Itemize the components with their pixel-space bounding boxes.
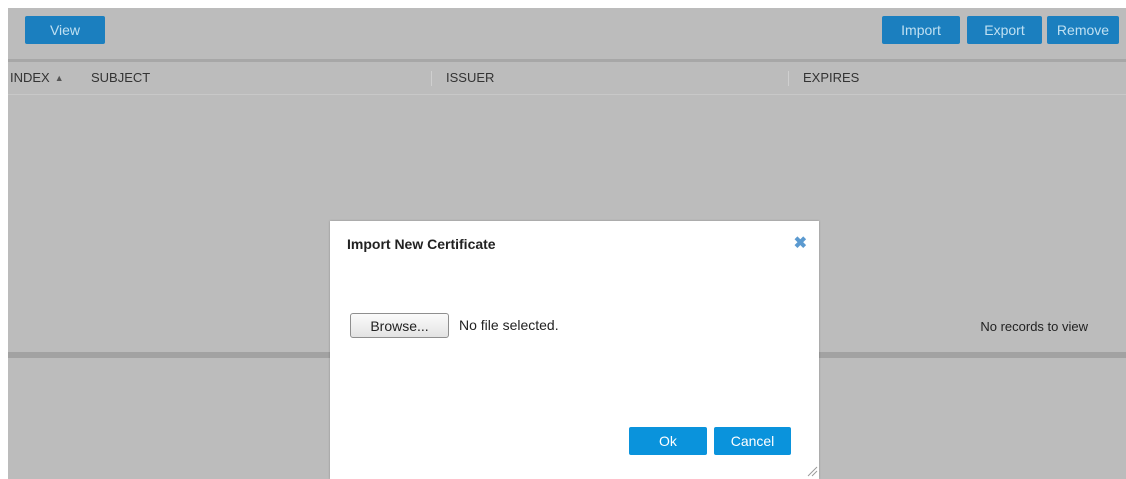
column-separator[interactable] bbox=[788, 71, 789, 86]
dialog-title: Import New Certificate bbox=[347, 236, 496, 252]
import-button[interactable]: Import bbox=[882, 16, 960, 44]
cancel-button[interactable]: Cancel bbox=[714, 427, 791, 455]
ok-button[interactable]: Ok bbox=[629, 427, 707, 455]
column-header-index[interactable]: INDEX ▲ bbox=[10, 70, 64, 85]
table-header: INDEX ▲ SUBJECT ISSUER EXPIRES bbox=[8, 62, 1126, 95]
column-separator[interactable] bbox=[431, 71, 432, 86]
file-selection-status: No file selected. bbox=[459, 317, 559, 333]
view-button[interactable]: View bbox=[25, 16, 105, 44]
column-header-issuer[interactable]: ISSUER bbox=[446, 70, 494, 85]
remove-button[interactable]: Remove bbox=[1047, 16, 1119, 44]
sort-arrow-icon[interactable]: ▲ bbox=[55, 73, 64, 83]
close-icon[interactable]: ✖ bbox=[794, 236, 807, 252]
no-records-message: No records to view bbox=[980, 319, 1088, 334]
column-header-subject[interactable]: SUBJECT bbox=[91, 70, 150, 85]
import-certificate-dialog: Import New Certificate ✖ Browse... No fi… bbox=[330, 221, 819, 479]
export-button[interactable]: Export bbox=[967, 16, 1042, 44]
browse-button[interactable]: Browse... bbox=[350, 313, 449, 338]
column-header-expires[interactable]: EXPIRES bbox=[803, 70, 859, 85]
resize-handle-icon[interactable] bbox=[806, 465, 818, 477]
